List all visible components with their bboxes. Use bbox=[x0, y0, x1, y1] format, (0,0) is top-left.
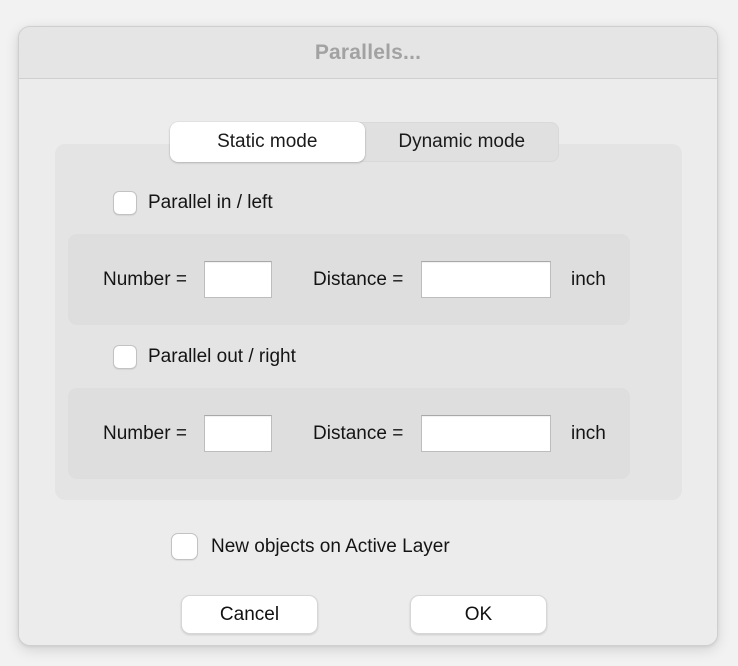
parallel-out-right-row: Parallel out / right bbox=[113, 345, 296, 369]
parallel-in-left-label: Parallel in / left bbox=[148, 192, 273, 213]
in-distance-input[interactable] bbox=[421, 261, 551, 298]
out-distance-input[interactable] bbox=[421, 415, 551, 452]
out-distance-label: Distance = bbox=[313, 422, 404, 444]
in-number-label: Number = bbox=[103, 268, 187, 290]
ok-button[interactable]: OK bbox=[410, 595, 547, 634]
mode-segmented-control[interactable]: Static mode Dynamic mode bbox=[170, 122, 559, 162]
out-number-label: Number = bbox=[103, 422, 187, 444]
dialog-body: Static mode Dynamic mode Parallel in / l… bbox=[19, 79, 717, 645]
parallel-in-left-panel: Number = Distance = inch bbox=[68, 234, 630, 325]
parallel-in-left-row: Parallel in / left bbox=[113, 191, 273, 215]
new-objects-checkbox[interactable] bbox=[171, 533, 198, 560]
parallel-out-right-panel: Number = Distance = inch bbox=[68, 388, 630, 479]
parallel-out-right-label: Parallel out / right bbox=[148, 346, 296, 367]
tab-dynamic-mode[interactable]: Dynamic mode bbox=[365, 122, 560, 162]
ok-button-label: OK bbox=[464, 603, 493, 625]
out-number-input[interactable] bbox=[204, 415, 272, 452]
out-unit-label: inch bbox=[571, 422, 606, 444]
tab-dynamic-mode-label: Dynamic mode bbox=[398, 131, 526, 152]
parallels-dialog: Parallels... Static mode Dynamic mode Pa… bbox=[18, 26, 718, 646]
tab-static-mode-label: Static mode bbox=[217, 131, 318, 152]
cancel-button[interactable]: Cancel bbox=[181, 595, 318, 634]
parallel-out-right-checkbox[interactable] bbox=[113, 345, 137, 369]
new-objects-label: New objects on Active Layer bbox=[211, 535, 450, 557]
tab-static-mode[interactable]: Static mode bbox=[170, 122, 365, 162]
in-number-input[interactable] bbox=[204, 261, 272, 298]
in-distance-label: Distance = bbox=[313, 268, 404, 290]
dialog-titlebar: Parallels... bbox=[19, 27, 717, 79]
new-objects-row: New objects on Active Layer bbox=[171, 533, 450, 560]
in-unit-label: inch bbox=[571, 268, 606, 290]
parallel-in-left-checkbox[interactable] bbox=[113, 191, 137, 215]
cancel-button-label: Cancel bbox=[219, 603, 280, 625]
dialog-title: Parallels... bbox=[314, 40, 422, 64]
